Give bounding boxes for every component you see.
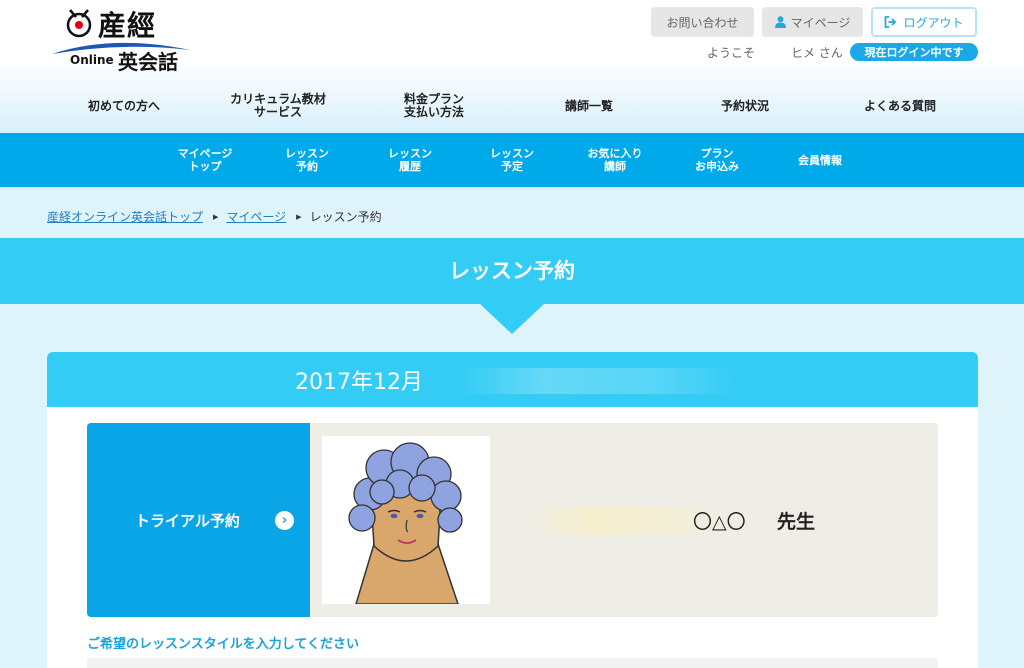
- main-nav-pricing[interactable]: 料金プラン 支払い方法: [374, 88, 494, 124]
- triangle-right-icon: ▶: [213, 212, 219, 221]
- sub-nav-lesson-schedule[interactable]: レッスン 予定: [467, 133, 557, 187]
- calendar-header: 2017年12月: [47, 352, 978, 407]
- contact-button[interactable]: お問い合わせ: [651, 7, 754, 37]
- person-icon: [774, 16, 786, 28]
- site-header: 産經 Online 英会話 お問い合わせ マイページ ログアウト ようこそ ヒメ…: [0, 0, 1024, 133]
- sub-nav-plan-apply[interactable]: プラン お申込み: [672, 133, 762, 187]
- sankei-logo[interactable]: 産經 Online 英会話: [52, 6, 192, 74]
- breadcrumb-home-link[interactable]: 産経オンライン英会話トップ: [47, 208, 203, 225]
- logo-online-text: Online: [70, 53, 114, 67]
- title-down-arrow: [480, 304, 544, 334]
- username-text: ヒメ さん: [791, 46, 843, 60]
- sub-nav-member-info[interactable]: 会員情報: [775, 133, 865, 187]
- sub-nav-mypage-top[interactable]: マイページ トップ: [160, 133, 250, 187]
- logout-button[interactable]: ログアウト: [871, 7, 977, 37]
- faded-header-overlay: [459, 368, 739, 394]
- logout-icon: [885, 16, 897, 28]
- teacher-panel: トライアル予約 › 〇△〇 先生: [87, 423, 938, 617]
- lesson-style-prompt: ご希望のレッスンスタイルを入力してください: [87, 637, 359, 652]
- sub-nav-lesson-reserve[interactable]: レッスン 予約: [262, 133, 352, 187]
- main-nav-reservation-status[interactable]: 予約状況: [685, 88, 805, 124]
- teacher-suffix: 先生: [777, 511, 816, 533]
- logo-eikaiwa-text: 英会話: [118, 50, 178, 74]
- page-title: レッスン予約: [449, 259, 575, 283]
- main-nav: 初めての方へ カリキュラム教材 サービス 料金プラン 支払い方法 講師一覧 予約…: [0, 88, 1024, 124]
- main-nav-curriculum[interactable]: カリキュラム教材 サービス: [218, 88, 338, 124]
- breadcrumb: 産経オンライン英会話トップ ▶ マイページ ▶ レッスン予約: [47, 208, 382, 225]
- sub-nav-lesson-history[interactable]: レッスン 履歴: [365, 133, 455, 187]
- breadcrumb-current: レッスン予約: [309, 210, 382, 224]
- trial-reserve-button[interactable]: トライアル予約 ›: [87, 423, 310, 617]
- calendar-month: 2017年12月: [295, 370, 423, 395]
- contact-button-label: お問い合わせ: [666, 15, 739, 30]
- trial-reserve-label: トライアル予約: [135, 512, 240, 530]
- lesson-style-input-area[interactable]: [87, 658, 938, 668]
- chevron-right-circle-icon: ›: [275, 511, 294, 530]
- logout-button-label: ログアウト: [903, 15, 964, 30]
- teacher-photo: [322, 436, 490, 604]
- mypage-button-label: マイページ: [790, 15, 851, 30]
- reservation-card: 2017年12月 トライアル予約 › 〇△〇 先生 ご希望のレッスンスタイルを入…: [47, 352, 978, 668]
- mypage-button[interactable]: マイページ: [762, 7, 863, 37]
- sub-nav-favorite-teachers[interactable]: お気に入り 講師: [570, 133, 660, 187]
- sub-nav: マイページ トップ レッスン 予約 レッスン 履歴 レッスン 予定 お気に入り …: [0, 133, 1024, 187]
- breadcrumb-mypage-link[interactable]: マイページ: [226, 208, 286, 225]
- triangle-right-icon: ▶: [296, 212, 302, 221]
- main-nav-faq[interactable]: よくある質問: [840, 88, 960, 124]
- logo-mark-icon: [66, 9, 92, 38]
- main-nav-beginners[interactable]: 初めての方へ: [64, 88, 184, 124]
- main-nav-teachers[interactable]: 講師一覧: [529, 88, 649, 124]
- teacher-illustration: [348, 442, 463, 604]
- welcome-text: ようこそ: [707, 46, 756, 60]
- login-status-badge: 現在ログイン中です: [850, 43, 978, 61]
- teacher-name: 〇△〇: [693, 511, 746, 533]
